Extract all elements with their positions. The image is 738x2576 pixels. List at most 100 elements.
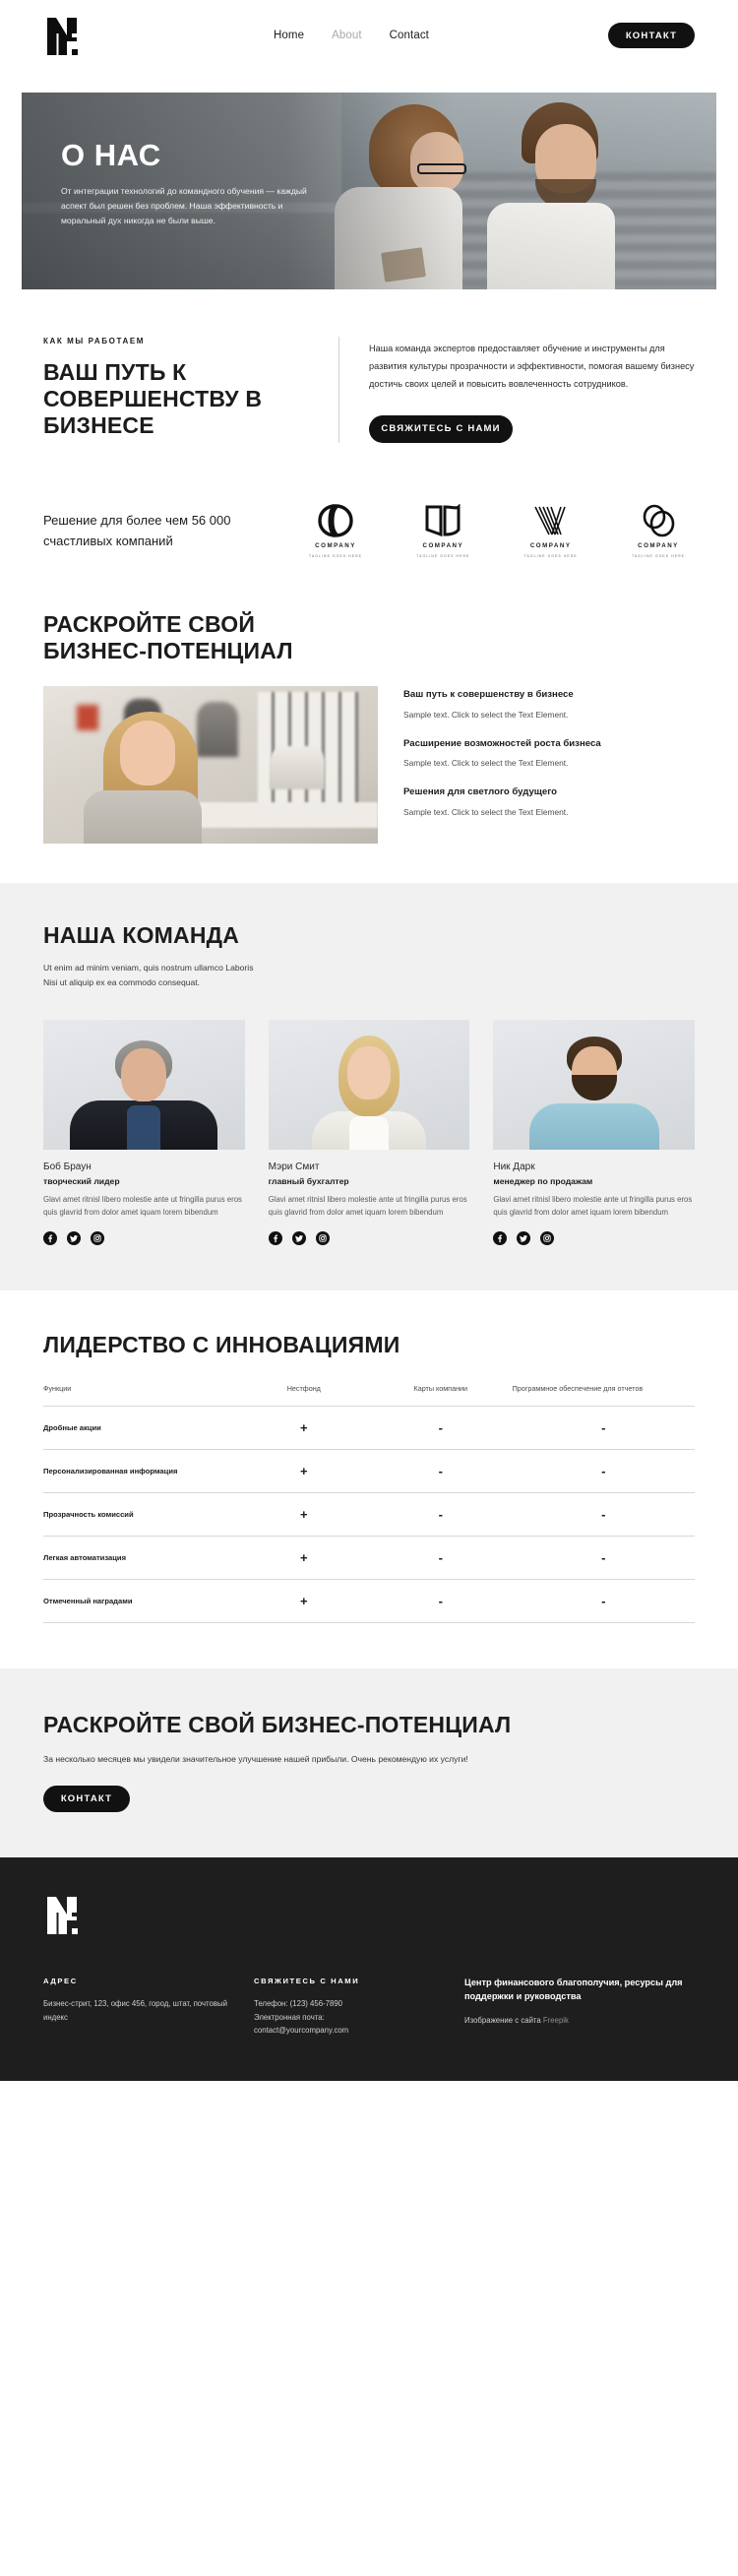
- potential-item-2: Расширение возможностей роста бизнеса Sa…: [403, 737, 695, 771]
- cta-contact-button[interactable]: КОНТАКТ: [43, 1786, 130, 1813]
- comparison-table: Функции Нестфонд Карты компании Программ…: [43, 1384, 695, 1624]
- potential-item-3-title: Решения для светлого будущего: [403, 786, 557, 798]
- client-logo-3-name: COMPANY: [529, 541, 572, 549]
- client-logo-1-tagline: TAGLINE GOES HERE: [308, 553, 363, 558]
- logo-m-icon: [47, 1897, 78, 1935]
- footer-contact-heading: СВЯЖИТЕСЬ С НАМИ: [254, 1977, 360, 1986]
- how-we-work-eyebrow: КАК МЫ РАБОТАЕМ: [43, 337, 146, 346]
- footer-address-text: Бизнес-стрит, 123, офис 456, город, штат…: [43, 1999, 227, 2022]
- client-logo-4-tagline: TAGLINE GOES HERE: [631, 553, 686, 558]
- col-header-features: Функции: [43, 1383, 72, 1393]
- row-4-col-2: -: [368, 1536, 513, 1580]
- header-contact-button[interactable]: КОНТАКТ: [608, 23, 695, 48]
- footer-email-label: Электронная почта:: [254, 2012, 325, 2022]
- client-logo-2-name: COMPANY: [422, 541, 464, 549]
- potential-item-1-title: Ваш путь к совершенству в бизнесе: [403, 689, 574, 701]
- client-logo-2[interactable]: COMPANY TAGLINE GOES HERE: [406, 503, 479, 558]
- client-logo-3-tagline: TAGLINE GOES HERE: [523, 553, 578, 558]
- nav-item-home[interactable]: Home: [274, 30, 304, 41]
- site-header: Home About Contact КОНТАКТ: [0, 0, 738, 71]
- row-2-feature: Персонализированная информация: [43, 1449, 239, 1493]
- team-member-2-bio: Glavi amet ritnisl libero molestie ante …: [268, 1195, 467, 1217]
- row-4-col-1: +: [238, 1536, 369, 1580]
- row-1-col-3: -: [512, 1406, 695, 1450]
- team-section: НАША КОМАНДА Ut enim ad minim veniam, qu…: [0, 883, 738, 1290]
- col-header-reporting-software: Программное обеспечение для отчетов: [512, 1383, 644, 1393]
- contact-us-button[interactable]: СВЯЖИТЕСЬ С НАМИ: [369, 414, 513, 443]
- main-nav: Home About Contact: [94, 30, 608, 41]
- potential-photo: [43, 686, 378, 845]
- nav-item-contact[interactable]: Contact: [390, 30, 429, 41]
- team-member-3-bio: Glavi amet ritnisl libero molestie ante …: [493, 1195, 693, 1217]
- footer-brand-logo[interactable]: [43, 1891, 94, 1943]
- potential-item-1-desc: Sample text. Click to select the Text El…: [403, 709, 569, 720]
- cta-text: За несколько месяцев мы увидели значител…: [43, 1754, 468, 1765]
- team-member-3: Ник Дарк менеджер по продажам Glavi amet…: [493, 1020, 696, 1245]
- twitter-icon[interactable]: [517, 1230, 531, 1245]
- how-we-work-paragraph: Наша команда экспертов предоставляет обу…: [369, 344, 695, 389]
- brand-logo[interactable]: [43, 12, 94, 59]
- team-member-1-name: Боб Браун: [43, 1162, 92, 1173]
- potential-heading: РАСКРОЙТЕ СВОЙ БИЗНЕС-ПОТЕНЦИАЛ: [43, 610, 293, 663]
- footer-address-column: АДРЕС Бизнес-стрит, 123, офис 456, город…: [43, 1977, 230, 2037]
- instagram-icon[interactable]: [91, 1230, 104, 1245]
- table-row: Дробные акции + - -: [43, 1406, 695, 1450]
- potential-section: РАСКРОЙТЕ СВОЙ БИЗНЕС-ПОТЕНЦИАЛ Ваш путь…: [0, 611, 738, 883]
- freepik-link[interactable]: Freepik: [543, 2016, 569, 2025]
- footer-contact-column: СВЯЖИТЕСЬ С НАМИ Телефон: (123) 456-7890…: [254, 1977, 441, 2037]
- facebook-icon[interactable]: [43, 1230, 57, 1245]
- client-logo-4-name: COMPANY: [638, 541, 679, 549]
- comparison-table-head: Функции Нестфонд Карты компании Программ…: [43, 1384, 695, 1407]
- instagram-icon[interactable]: [540, 1230, 555, 1245]
- infinity-loop-logo-icon: [316, 503, 355, 537]
- team-member-2-name: Мэри Смит: [268, 1162, 320, 1173]
- row-2-col-3: -: [512, 1449, 695, 1493]
- twitter-icon[interactable]: [291, 1230, 306, 1245]
- team-member-1-socials: [43, 1230, 245, 1245]
- facebook-icon[interactable]: [493, 1230, 508, 1245]
- client-logo-2-tagline: TAGLINE GOES HERE: [416, 553, 470, 558]
- footer-image-credit: Изображение с сайта Freepik: [464, 2016, 695, 2025]
- row-5-col-3: -: [512, 1579, 695, 1624]
- table-row: Отмеченный наградами + - -: [43, 1579, 695, 1624]
- team-heading: НАША КОМАНДА: [43, 922, 240, 949]
- team-member-3-photo: [493, 1020, 696, 1151]
- team-member-2-photo: [268, 1020, 470, 1151]
- col-header-nestfond: Нестфонд: [286, 1383, 321, 1393]
- team-member-3-role: менеджер по продажам: [493, 1176, 593, 1187]
- potential-item-2-title: Расширение возможностей роста бизнеса: [403, 737, 601, 749]
- table-row: Персонализированная информация + - -: [43, 1449, 695, 1493]
- row-4-feature: Легкая автоматизация: [43, 1536, 239, 1580]
- team-member-2: Мэри Смит главный бухгалтер Glavi amet r…: [268, 1020, 470, 1245]
- client-logo-1[interactable]: COMPANY TAGLINE GOES HERE: [299, 503, 372, 558]
- footer-phone: Телефон: (123) 456-7890: [254, 1999, 342, 2009]
- potential-item-2-desc: Sample text. Click to select the Text El…: [403, 758, 569, 769]
- nav-item-about[interactable]: About: [332, 30, 362, 41]
- team-member-3-socials: [493, 1230, 695, 1245]
- team-member-3-name: Ник Дарк: [493, 1162, 535, 1173]
- how-we-work-right: Наша команда экспертов предоставляет обу…: [339, 337, 695, 443]
- twitter-icon[interactable]: [67, 1230, 81, 1245]
- cta-heading: РАСКРОЙТЕ СВОЙ БИЗНЕС-ПОТЕНЦИАЛ: [43, 1712, 512, 1738]
- footer-tagline: Центр финансового благополучия, ресурсы …: [464, 1978, 683, 2002]
- facebook-icon[interactable]: [268, 1230, 282, 1245]
- row-1-col-1: +: [238, 1406, 369, 1450]
- instagram-icon[interactable]: [315, 1230, 330, 1245]
- book-pages-logo-icon: [423, 503, 462, 537]
- potential-item-3: Решения для светлого будущего Sample tex…: [403, 785, 695, 819]
- row-3-col-1: +: [238, 1492, 369, 1537]
- client-logo-4[interactable]: COMPANY TAGLINE GOES HERE: [622, 504, 695, 558]
- footer-email-link[interactable]: contact@yourcompany.com: [254, 2026, 348, 2035]
- hero-banner: О НАС От интеграции технологий до команд…: [22, 93, 716, 289]
- team-subtitle-line-1: Ut enim ad minim veniam, quis nostrum ul…: [43, 963, 254, 974]
- row-5-col-1: +: [238, 1579, 369, 1624]
- team-subtitle-line-2: Nisi ut aliquip ex ea commodo consequat.: [43, 977, 201, 988]
- row-3-col-3: -: [512, 1492, 695, 1537]
- row-4-col-3: -: [512, 1536, 695, 1580]
- row-5-feature: Отмеченный наградами: [43, 1579, 239, 1624]
- clients-lead-text: Решение для более чем 56 000 счастливых …: [43, 512, 231, 549]
- row-1-feature: Дробные акции: [43, 1406, 239, 1450]
- client-logo-3[interactable]: COMPANY TAGLINE GOES HERE: [515, 504, 587, 558]
- table-row: Легкая автоматизация + - -: [43, 1536, 695, 1580]
- col-header-company-cards: Карты компании: [413, 1383, 468, 1393]
